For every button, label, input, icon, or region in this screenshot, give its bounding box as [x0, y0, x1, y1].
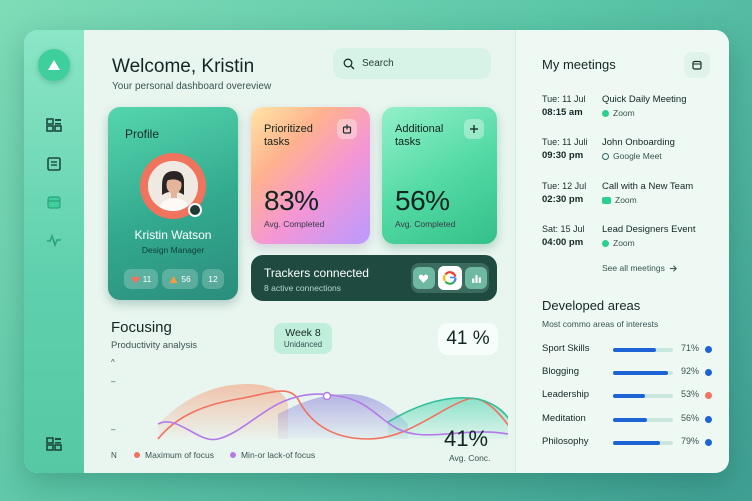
- progress-fill: [613, 441, 661, 445]
- online-status-badge: [188, 203, 202, 217]
- google-tracker-button[interactable]: [437, 266, 462, 290]
- profile-title: Profile: [125, 127, 160, 141]
- calendar-icon: [692, 60, 702, 70]
- avg-concentration-label: Avg. Conc.: [449, 453, 491, 463]
- prioritized-tasks-card[interactable]: Prioritized tasks 83% Avg. Completed: [251, 107, 370, 244]
- meeting-item[interactable]: Tue: 12 Jul 02:30 pm Call with a New Tea…: [542, 181, 722, 213]
- sidebar: [24, 30, 84, 473]
- heart-icon: [131, 275, 139, 283]
- status-dot: [705, 369, 712, 376]
- dashboard-grid-icon[interactable]: [46, 117, 62, 133]
- trackers-title: Trackers connected: [264, 266, 369, 280]
- legend-min: Min-or lack-of focus: [229, 450, 315, 460]
- document-icon[interactable]: [46, 156, 62, 172]
- export-button[interactable]: [337, 119, 357, 139]
- prioritized-percent: 83%: [264, 185, 319, 216]
- tracker-icons: [411, 263, 489, 293]
- zoom-icon: [602, 239, 609, 247]
- chart-legend: Maximum of focus Min-or lack-of focus: [134, 450, 315, 460]
- focus-percent-badge: 41 %: [438, 323, 498, 355]
- developed-areas-title: Developed areas: [542, 298, 641, 313]
- card-label: Prioritized tasks: [264, 123, 313, 148]
- additional-tasks-card[interactable]: Additional tasks 56% Avg. Completed: [382, 107, 497, 244]
- right-panel: My meetings Tue: 11 Jul 08:15 am Quick D…: [515, 30, 729, 473]
- trackers-sub: 8 active connections: [264, 283, 342, 293]
- progress-track: [613, 394, 673, 398]
- progress-fill: [613, 371, 669, 375]
- meeting-item[interactable]: Tue: 11 Juli 09:30 pm John Onboarding Go…: [542, 137, 722, 169]
- search-placeholder: Search: [362, 58, 394, 69]
- progress-track: [613, 441, 673, 445]
- week-tooltip: Week 8 Unidanced: [274, 323, 332, 354]
- main-content: Welcome, Kristin Your personal dashboard…: [84, 30, 515, 473]
- export-icon: [342, 124, 352, 134]
- developed-areas-subtitle: Most commo areas of interests: [542, 319, 659, 329]
- meeting-item[interactable]: Sat: 15 Jul 04:00 pm Lead Designers Even…: [542, 224, 722, 256]
- y-axis-label: N: [111, 451, 117, 460]
- triangle-icon: [169, 275, 178, 283]
- health-tracker-button[interactable]: [412, 267, 435, 289]
- heart-icon: [418, 274, 429, 283]
- prioritized-sub: Avg. Completed: [264, 219, 325, 229]
- avg-concentration-value: 41%: [444, 426, 489, 451]
- search-input[interactable]: Search: [333, 48, 491, 79]
- additional-percent: 56%: [395, 185, 450, 216]
- legend-max: Maximum of focus: [134, 450, 214, 460]
- progress-track: [613, 348, 673, 352]
- progress-fill: [613, 418, 647, 422]
- stats-tracker-button[interactable]: [465, 267, 488, 289]
- developed-area-row[interactable]: Philosophy 79%: [542, 436, 714, 450]
- stat-count[interactable]: 12: [202, 269, 224, 289]
- profile-card[interactable]: Profile Kristin Watson Design Manager 11…: [108, 107, 238, 300]
- progress-track: [613, 371, 673, 375]
- week-marker: [322, 391, 332, 401]
- google-meet-icon: [602, 152, 609, 160]
- dashboard-grid-icon[interactable]: [46, 436, 62, 452]
- status-dot: [705, 416, 712, 423]
- calendar-icon[interactable]: [46, 194, 62, 210]
- card-label: Additional tasks: [395, 123, 444, 148]
- status-dot: [705, 439, 712, 446]
- activity-icon[interactable]: [46, 232, 62, 248]
- add-task-button[interactable]: [464, 119, 484, 139]
- progress-fill: [613, 348, 656, 352]
- bar-chart-icon: [471, 274, 481, 283]
- status-dot: [705, 346, 712, 353]
- profile-role: Design Manager: [141, 245, 205, 255]
- meeting-item[interactable]: Tue: 11 Jul 08:15 am Quick Daily Meeting…: [542, 94, 722, 126]
- plus-icon: [470, 125, 478, 133]
- dashboard-window: Welcome, Kristin Your personal dashboard…: [24, 30, 729, 473]
- zoom-icon: [602, 109, 609, 117]
- developed-area-row[interactable]: Leadership 53%: [542, 389, 714, 403]
- status-dot: [705, 392, 712, 399]
- progress-fill: [613, 394, 645, 398]
- page-subtitle: Your personal dashboard overeview: [112, 81, 272, 92]
- focusing-subtitle: Productivity analysis: [111, 340, 198, 351]
- stat-likes[interactable]: 11: [124, 269, 158, 289]
- search-icon: [343, 58, 355, 69]
- focusing-title: Focusing: [111, 319, 172, 336]
- page-title: Welcome, Kristin: [112, 56, 255, 77]
- stat-tasks[interactable]: 56: [162, 269, 198, 289]
- trackers-card[interactable]: Trackers connected 8 active connections: [251, 255, 497, 301]
- zoom-icon: [602, 196, 611, 204]
- logo-icon[interactable]: [38, 49, 70, 81]
- meetings-title: My meetings: [542, 57, 616, 72]
- developed-area-row[interactable]: Blogging 92%: [542, 366, 714, 380]
- profile-name: Kristin Watson: [134, 228, 212, 242]
- developed-area-row[interactable]: Sport Skills 71%: [542, 343, 714, 357]
- arrow-right-icon: [669, 264, 677, 272]
- progress-track: [613, 418, 673, 422]
- see-all-meetings-link[interactable]: See all meetings: [602, 263, 678, 273]
- google-icon: [443, 271, 457, 285]
- calendar-button[interactable]: [684, 52, 710, 78]
- additional-sub: Avg. Completed: [395, 219, 456, 229]
- developed-area-row[interactable]: Meditation 56%: [542, 413, 714, 427]
